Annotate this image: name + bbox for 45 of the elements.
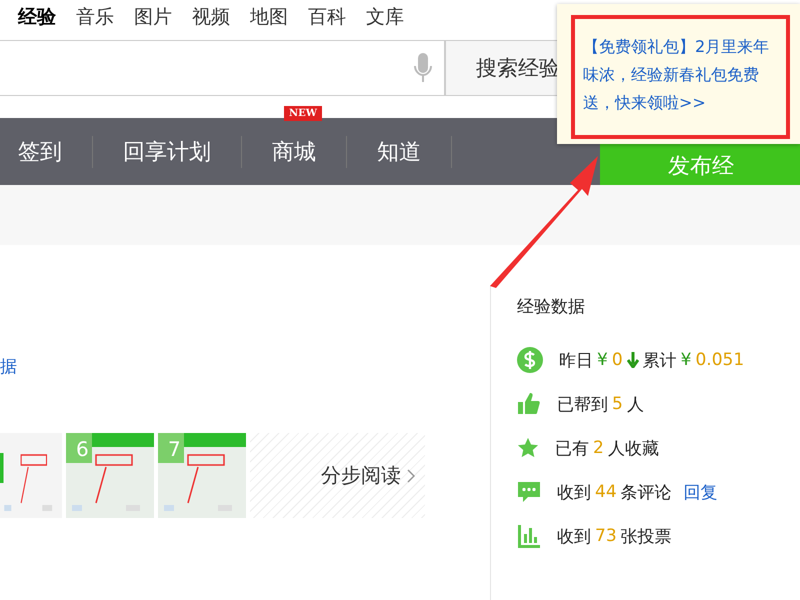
stat-label: 已帮到 xyxy=(557,394,608,416)
stat-label: 已有 xyxy=(555,438,589,460)
yuan-sign: ¥ xyxy=(597,350,608,370)
bar-chart-icon xyxy=(517,524,541,548)
promo-link[interactable]: 【免费领礼包】2月里来年味浓，经验新春礼包免费送，快来领啦>> xyxy=(571,15,790,139)
comment-icon xyxy=(517,480,541,504)
stat-label: 人收藏 xyxy=(608,438,659,460)
menu-item[interactable]: 知道 xyxy=(359,136,452,168)
nav-tab[interactable]: 文库 xyxy=(366,4,404,30)
nav-tab[interactable]: 音乐 xyxy=(76,4,114,30)
menu-item[interactable]: 签到 xyxy=(0,136,93,168)
menu-item[interactable]: 回享计划 xyxy=(105,136,242,168)
stat-label: 张投票 xyxy=(620,526,672,548)
step-read-link[interactable]: 分步阅读 xyxy=(250,433,425,518)
stat-count: 0 xyxy=(612,350,623,370)
stat-count: 2 xyxy=(593,438,604,458)
stat-label: 昨日 xyxy=(559,350,593,372)
chevron-icon xyxy=(407,468,415,482)
step-number: 7 xyxy=(168,437,181,461)
nav-tab[interactable]: 百科 xyxy=(308,4,346,30)
stat-label: 收到 xyxy=(557,526,591,548)
stat-count: 5 xyxy=(612,394,623,414)
article-link[interactable]: 据 xyxy=(0,355,17,378)
stat-label: 收到 xyxy=(557,482,591,504)
new-badge: NEW xyxy=(284,106,322,120)
stat-count: 44 xyxy=(595,482,617,502)
step-number: 6 xyxy=(76,437,89,461)
microphone-icon[interactable] xyxy=(414,53,432,83)
nav-tab[interactable]: 经验 xyxy=(18,4,56,30)
nav-tab[interactable]: 地图 xyxy=(250,4,288,30)
search-field[interactable] xyxy=(0,40,445,96)
thumbs-up-icon xyxy=(517,392,541,416)
stat-label: 人 xyxy=(626,394,644,416)
nav-tab[interactable]: 视频 xyxy=(192,4,230,30)
dollar-icon xyxy=(517,347,543,373)
reply-link[interactable]: 回复 xyxy=(684,480,718,504)
yuan-sign: ¥ xyxy=(680,350,692,370)
down-arrow-icon xyxy=(626,352,639,368)
stat-count: 0.051 xyxy=(695,350,744,370)
panel-title: 经验数据 xyxy=(517,296,586,318)
star-icon xyxy=(517,437,539,459)
stat-count: 73 xyxy=(595,526,617,546)
nav-tab[interactable]: 图片 xyxy=(134,4,172,30)
stat-label: 条评论 xyxy=(620,482,672,504)
stat-label: 累计 xyxy=(642,350,677,372)
